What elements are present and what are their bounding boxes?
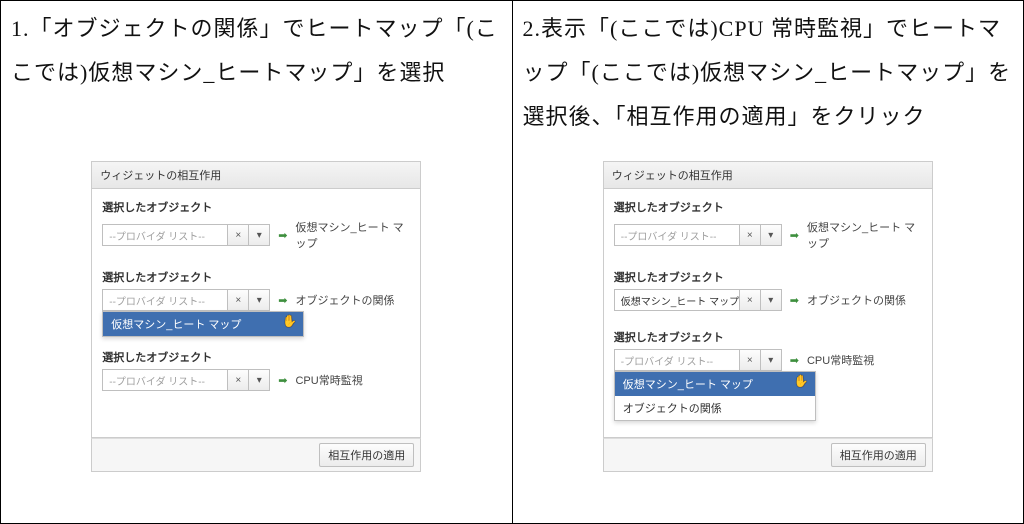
group-label: 選択したオブジェクト bbox=[614, 329, 922, 345]
group-row: --プロバイダ リスト-- × ▾ ➡ CPU常時監視 bbox=[102, 369, 410, 391]
combo-value: --プロバイダ リスト-- bbox=[102, 369, 228, 391]
group-row: --プロバイダ リスト-- × ▾ ➡ 仮想マシン_ヒート マップ bbox=[614, 219, 922, 251]
clear-icon[interactable]: × bbox=[227, 289, 249, 311]
combo-value: --プロバイダ リスト-- bbox=[102, 289, 228, 311]
arrow-icon: ➡ bbox=[278, 294, 287, 307]
arrow-icon: ➡ bbox=[790, 294, 799, 307]
provider-combo[interactable]: --プロバイダ リスト-- × ▾ bbox=[614, 224, 782, 246]
combo-value: --プロバイダ リスト-- bbox=[614, 224, 740, 246]
target-label: CPU常時監視 bbox=[807, 352, 874, 368]
group-label: 選択したオブジェクト bbox=[102, 269, 410, 285]
target-label: 仮想マシン_ヒート マップ bbox=[807, 219, 922, 251]
group-label: 選択したオブジェクト bbox=[614, 269, 922, 285]
widget-interaction-dialog: ウィジェットの相互作用 選択したオブジェクト --プロバイダ リスト-- × ▾… bbox=[603, 161, 933, 472]
provider-combo[interactable]: --プロバイダ リスト-- × ▾ bbox=[102, 369, 270, 391]
dialog-title: ウィジェットの相互作用 bbox=[91, 161, 421, 189]
right-pane: 2.表示「(ここでは)CPU 常時監視」でヒートマップ「(ここでは)仮想マシン_… bbox=[513, 1, 1024, 523]
cursor-icon: ✋ bbox=[282, 314, 297, 328]
arrow-icon: ➡ bbox=[790, 229, 799, 242]
chevron-down-icon[interactable]: ▾ bbox=[248, 289, 270, 311]
selected-object-group: 選択したオブジェクト --プロバイダ リスト-- × ▾ ➡ 仮想マシン_ヒート… bbox=[102, 199, 410, 251]
selected-object-group: 選択したオブジェクト --プロバイダ リスト-- × ▾ ➡ CPU常時監視 bbox=[102, 349, 410, 391]
arrow-icon: ➡ bbox=[790, 354, 799, 367]
dialog-footer: 相互作用の適用 bbox=[91, 438, 421, 472]
group-label: 選択したオブジェクト bbox=[614, 199, 922, 215]
left-dialog-wrap: ウィジェットの相互作用 選択したオブジェクト --プロバイダ リスト-- × ▾… bbox=[11, 161, 502, 472]
dropdown-list[interactable]: 仮想マシン_ヒート マップ ✋ bbox=[102, 311, 304, 337]
target-label: オブジェクトの関係 bbox=[295, 292, 394, 308]
combo-value: -プロバイダ リスト-- bbox=[614, 349, 740, 371]
option-text: 仮想マシン_ヒート マップ bbox=[111, 319, 241, 331]
group-row: 仮想マシン_ヒート マップ × ▾ ➡ オブジェクトの関係 bbox=[614, 289, 922, 311]
left-instruction: 1.「オブジェクトの関係」でヒートマップ「(ここでは)仮想マシン_ヒートマップ」… bbox=[11, 7, 502, 157]
right-dialog-wrap: ウィジェットの相互作用 選択したオブジェクト --プロバイダ リスト-- × ▾… bbox=[523, 161, 1014, 472]
clear-icon[interactable]: × bbox=[739, 224, 761, 246]
clear-icon[interactable]: × bbox=[739, 289, 761, 311]
chevron-down-icon[interactable]: ▾ bbox=[248, 369, 270, 391]
dialog-body: 選択したオブジェクト --プロバイダ リスト-- × ▾ ➡ 仮想マシン_ヒート… bbox=[603, 189, 933, 438]
dropdown-list[interactable]: 仮想マシン_ヒート マップ ✋ オブジェクトの関係 bbox=[614, 371, 816, 421]
group-row: -プロバイダ リスト-- × ▾ ➡ CPU常時監視 bbox=[614, 349, 922, 371]
apply-button[interactable]: 相互作用の適用 bbox=[831, 443, 926, 467]
combo-value: --プロバイダ リスト-- bbox=[102, 224, 228, 246]
dialog-footer: 相互作用の適用 bbox=[603, 438, 933, 472]
target-label: 仮想マシン_ヒート マップ bbox=[295, 219, 410, 251]
dropdown-option[interactable]: 仮想マシン_ヒート マップ ✋ bbox=[615, 372, 815, 396]
cursor-icon: ✋ bbox=[794, 374, 809, 388]
apply-button[interactable]: 相互作用の適用 bbox=[319, 443, 414, 467]
arrow-icon: ➡ bbox=[278, 374, 287, 387]
arrow-icon: ➡ bbox=[278, 229, 287, 242]
group-label: 選択したオブジェクト bbox=[102, 349, 410, 365]
option-text: オブジェクトの関係 bbox=[623, 403, 722, 415]
dialog-body: 選択したオブジェクト --プロバイダ リスト-- × ▾ ➡ 仮想マシン_ヒート… bbox=[91, 189, 421, 438]
chevron-down-icon[interactable]: ▾ bbox=[248, 224, 270, 246]
group-row: --プロバイダ リスト-- × ▾ ➡ オブジェクトの関係 bbox=[102, 289, 410, 311]
widget-interaction-dialog: ウィジェットの相互作用 選択したオブジェクト --プロバイダ リスト-- × ▾… bbox=[91, 161, 421, 472]
chevron-down-icon[interactable]: ▾ bbox=[760, 349, 782, 371]
option-text: 仮想マシン_ヒート マップ bbox=[623, 379, 753, 391]
group-label: 選択したオブジェクト bbox=[102, 199, 410, 215]
chevron-down-icon[interactable]: ▾ bbox=[760, 289, 782, 311]
target-label: オブジェクトの関係 bbox=[807, 292, 906, 308]
combo-value: 仮想マシン_ヒート マップ bbox=[614, 289, 740, 311]
selected-object-group: 選択したオブジェクト -プロバイダ リスト-- × ▾ ➡ CPU常時監視 bbox=[614, 329, 922, 371]
clear-icon[interactable]: × bbox=[227, 369, 249, 391]
dropdown-option[interactable]: オブジェクトの関係 bbox=[615, 396, 815, 420]
selected-object-group: 選択したオブジェクト --プロバイダ リスト-- × ▾ ➡ 仮想マシン_ヒート… bbox=[614, 199, 922, 251]
doc-two-column: 1.「オブジェクトの関係」でヒートマップ「(ここでは)仮想マシン_ヒートマップ」… bbox=[0, 0, 1024, 524]
target-label: CPU常時監視 bbox=[295, 372, 362, 388]
group-row: --プロバイダ リスト-- × ▾ ➡ 仮想マシン_ヒート マップ bbox=[102, 219, 410, 251]
left-pane: 1.「オブジェクトの関係」でヒートマップ「(ここでは)仮想マシン_ヒートマップ」… bbox=[1, 1, 513, 523]
dropdown-option[interactable]: 仮想マシン_ヒート マップ ✋ bbox=[103, 312, 303, 336]
provider-combo[interactable]: --プロバイダ リスト-- × ▾ bbox=[102, 224, 270, 246]
chevron-down-icon[interactable]: ▾ bbox=[760, 224, 782, 246]
dialog-title: ウィジェットの相互作用 bbox=[603, 161, 933, 189]
selected-object-group: 選択したオブジェクト 仮想マシン_ヒート マップ × ▾ ➡ オブジェクトの関係 bbox=[614, 269, 922, 311]
clear-icon[interactable]: × bbox=[227, 224, 249, 246]
provider-combo[interactable]: --プロバイダ リスト-- × ▾ bbox=[102, 289, 270, 311]
provider-combo[interactable]: 仮想マシン_ヒート マップ × ▾ bbox=[614, 289, 782, 311]
right-instruction: 2.表示「(ここでは)CPU 常時監視」でヒートマップ「(ここでは)仮想マシン_… bbox=[523, 7, 1014, 157]
provider-combo[interactable]: -プロバイダ リスト-- × ▾ bbox=[614, 349, 782, 371]
clear-icon[interactable]: × bbox=[739, 349, 761, 371]
selected-object-group: 選択したオブジェクト --プロバイダ リスト-- × ▾ ➡ オブジェクトの関係 bbox=[102, 269, 410, 311]
